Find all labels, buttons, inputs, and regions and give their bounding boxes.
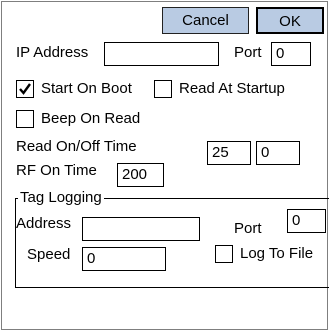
speed-label: Speed (27, 246, 71, 263)
read-on-time-input[interactable]: 25 (207, 141, 251, 165)
read-on-off-time-label: Read On/Off Time (16, 138, 137, 155)
beep-on-read-label: Beep On Read (41, 110, 141, 127)
port-input[interactable]: 0 (271, 42, 311, 66)
tag-port-label: Port (234, 220, 262, 237)
rf-on-time-input[interactable]: 200 (117, 163, 164, 187)
rf-on-time-label: RF On Time (16, 162, 97, 179)
tag-port-input[interactable]: 0 (287, 209, 326, 233)
tag-logging-group (15, 198, 329, 288)
ok-button[interactable]: OK (256, 7, 324, 34)
tag-address-label: Address (16, 215, 72, 232)
cancel-button[interactable]: Cancel (162, 7, 249, 34)
port-label: Port (234, 44, 262, 61)
checkmark-icon (19, 83, 31, 95)
beep-on-read-checkbox[interactable] (16, 110, 34, 128)
ip-address-input[interactable] (104, 42, 219, 66)
tag-logging-legend: Tag Logging (18, 189, 104, 207)
log-to-file-checkbox[interactable] (215, 245, 233, 263)
read-at-startup-checkbox[interactable] (154, 80, 172, 98)
read-off-time-input[interactable]: 0 (256, 141, 300, 165)
start-on-boot-label: Start On Boot (41, 80, 132, 97)
speed-input[interactable]: 0 (82, 247, 166, 271)
start-on-boot-checkbox[interactable] (16, 80, 34, 98)
ip-address-label: IP Address (16, 44, 89, 61)
log-to-file-label: Log To File (240, 245, 314, 262)
read-at-startup-label: Read At Startup (179, 80, 285, 97)
tag-address-input[interactable] (82, 217, 200, 241)
